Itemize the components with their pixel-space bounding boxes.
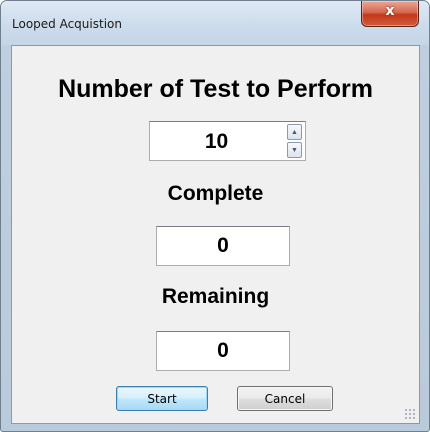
window-title: Looped Acquistion: [12, 17, 122, 31]
remaining-label: Remaining: [161, 285, 270, 308]
complete-value: 0: [217, 234, 229, 257]
close-button[interactable]: x: [361, 1, 419, 27]
start-button-label: Start: [147, 391, 177, 406]
remaining-value-field: 0: [156, 331, 290, 371]
stepper-up-button[interactable]: ▲: [287, 124, 302, 140]
remaining-value: 0: [217, 339, 229, 362]
dialog-content: Number of Test to Perform 10 ▲ ▼ Complet…: [11, 45, 420, 424]
dialog-window: Looped Acquistion x Number of Test to Pe…: [0, 0, 430, 432]
stepper-buttons: ▲ ▼: [287, 124, 302, 158]
stepper-down-button[interactable]: ▼: [287, 142, 302, 158]
chevron-down-icon: ▼: [291, 146, 298, 154]
number-of-tests-value[interactable]: 10: [150, 130, 283, 154]
start-button[interactable]: Start: [116, 386, 208, 411]
close-icon: x: [385, 3, 395, 19]
number-of-tests-label: Number of Test to Perform: [58, 75, 373, 103]
complete-value-field: 0: [156, 226, 290, 266]
number-of-tests-stepper[interactable]: 10 ▲ ▼: [149, 121, 306, 161]
title-bar[interactable]: Looped Acquistion x: [1, 1, 429, 45]
cancel-button[interactable]: Cancel: [237, 386, 333, 411]
chevron-up-icon: ▲: [291, 128, 298, 136]
resize-grip-icon[interactable]: [404, 408, 416, 420]
cancel-button-label: Cancel: [264, 391, 306, 406]
complete-label: Complete: [167, 182, 264, 205]
